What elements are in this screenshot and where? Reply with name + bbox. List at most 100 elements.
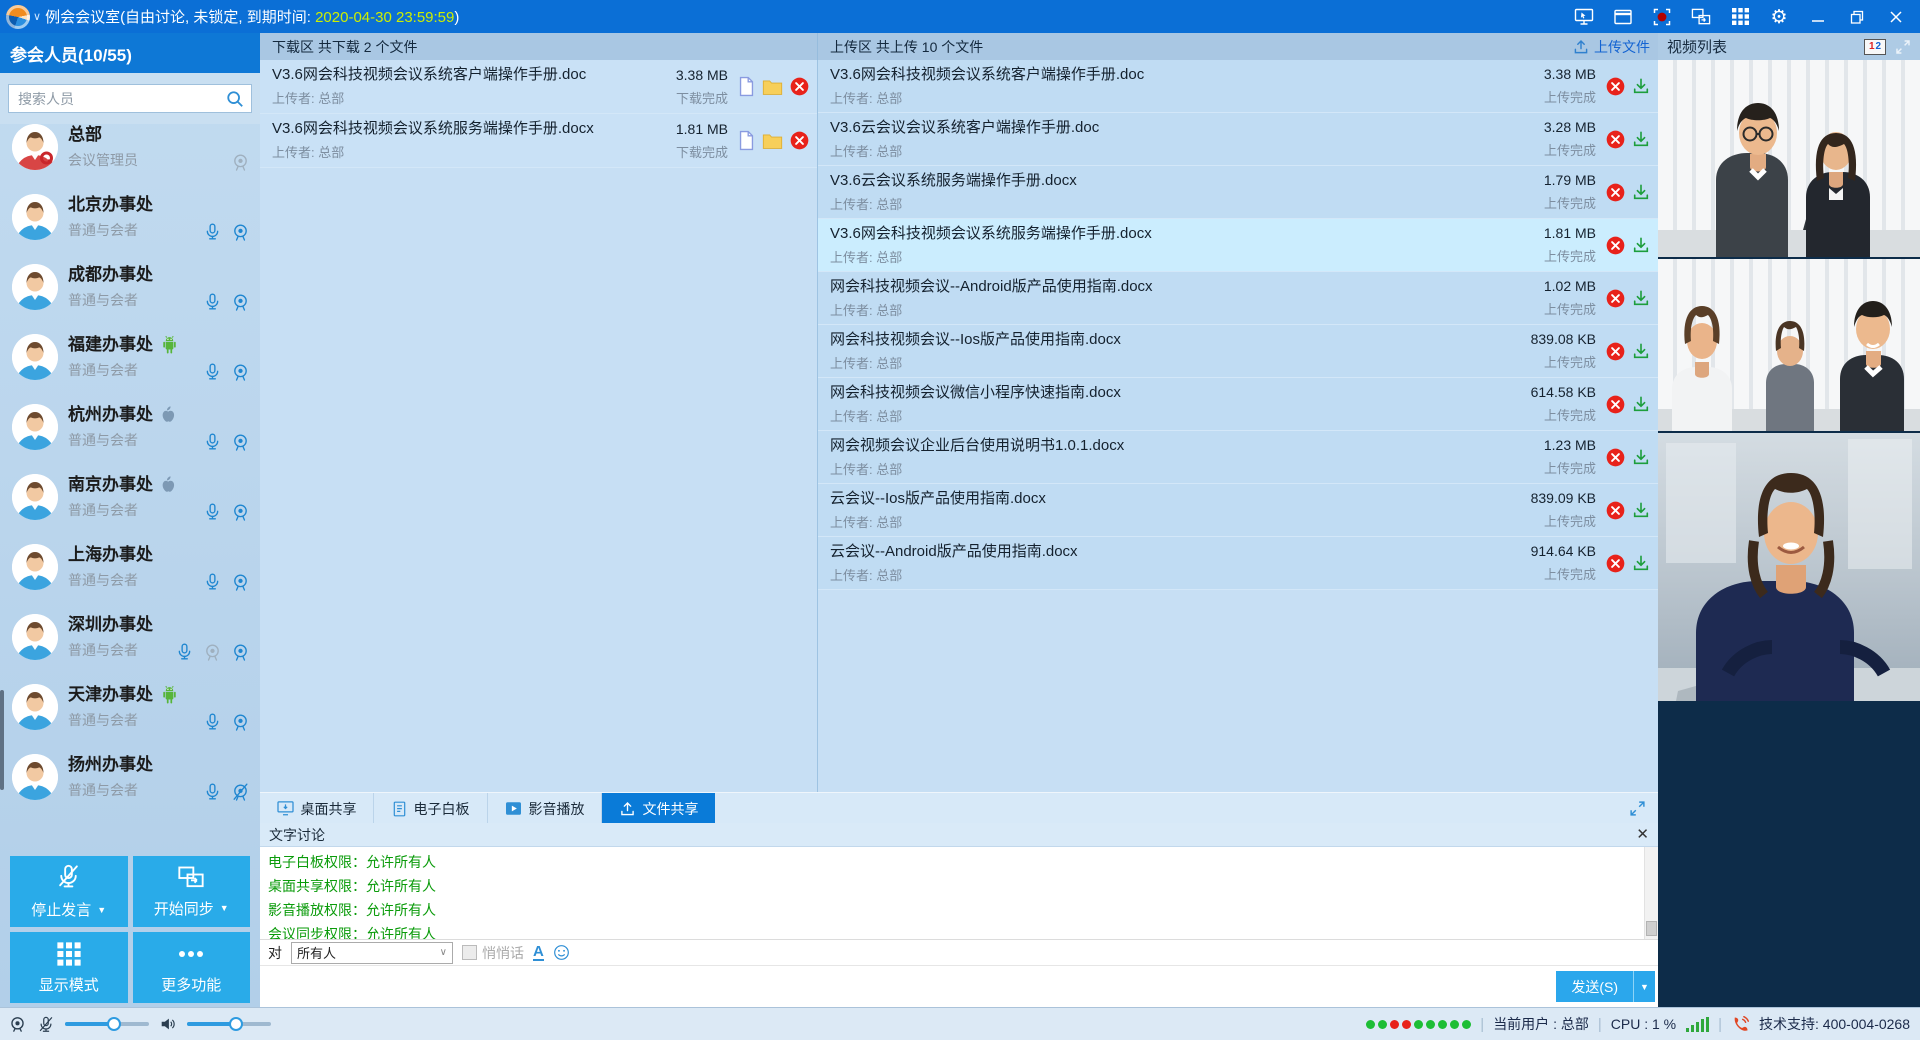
recipient-select[interactable]: 所有人∨ <box>291 942 453 964</box>
webcam-gray-icon[interactable] <box>203 642 222 663</box>
participant-row[interactable]: 上海办事处普通与会者 <box>0 532 260 602</box>
webcam-icon[interactable] <box>231 712 250 733</box>
search-icon[interactable] <box>226 90 244 108</box>
chat-input[interactable]: 发送(S) ▼ <box>260 966 1658 1007</box>
open-folder-icon[interactable] <box>762 78 783 96</box>
doc-file-icon[interactable] <box>738 130 755 151</box>
mic-icon[interactable] <box>203 502 222 523</box>
webcam-icon[interactable] <box>231 362 250 383</box>
display-grid-icon[interactable] <box>1730 7 1750 27</box>
download-file-row[interactable]: V3.6网会科技视频会议系统客户端操作手册.doc上传者: 总部3.38 MB下… <box>260 60 817 114</box>
tab-media-play[interactable]: 影音播放 <box>488 793 602 824</box>
video-feed-2[interactable] <box>1658 259 1920 431</box>
mic-icon[interactable] <box>203 292 222 313</box>
mic-icon[interactable] <box>203 572 222 593</box>
mic-icon[interactable] <box>203 362 222 383</box>
webcam-icon[interactable] <box>231 572 250 593</box>
participant-row[interactable]: 南京办事处普通与会者 <box>0 462 260 532</box>
remove-icon[interactable] <box>790 131 809 150</box>
chat-scrollbar[interactable] <box>1644 847 1658 939</box>
search-input[interactable] <box>16 90 226 108</box>
remove-icon[interactable] <box>1606 448 1625 467</box>
stop-speaking-button[interactable]: 停止发言▼ <box>10 856 128 927</box>
upload-file-row[interactable]: 网会视频会议企业后台使用说明书1.0.1.docx上传者: 总部1.23 MB上… <box>818 431 1658 484</box>
remove-icon[interactable] <box>1606 183 1625 202</box>
video-expand-icon[interactable] <box>1895 39 1911 55</box>
webcam-icon[interactable] <box>231 642 250 663</box>
maximize-button[interactable] <box>1847 7 1867 27</box>
emoji-icon[interactable] <box>553 944 570 961</box>
webcam-off-icon[interactable] <box>231 782 250 803</box>
mic-icon[interactable] <box>203 712 222 733</box>
participant-row[interactable]: 扬州办事处普通与会者 <box>0 742 260 812</box>
send-button[interactable]: 发送(S) ▼ <box>1556 971 1655 1002</box>
record-icon[interactable] <box>1652 7 1672 27</box>
search-box[interactable] <box>8 84 252 113</box>
mic-icon[interactable] <box>175 642 194 663</box>
dropdown-caret[interactable]: ▼ <box>97 905 106 915</box>
expand-icon[interactable] <box>1629 800 1646 817</box>
remove-icon[interactable] <box>1606 289 1625 308</box>
download-icon[interactable] <box>1632 395 1650 413</box>
upload-file-row[interactable]: 云会议--Android版产品使用指南.docx上传者: 总部914.64 KB… <box>818 537 1658 590</box>
window-panel-icon[interactable] <box>1613 7 1633 27</box>
upload-file-row[interactable]: V3.6网会科技视频会议系统客户端操作手册.doc上传者: 总部3.38 MB上… <box>818 60 1658 113</box>
download-icon[interactable] <box>1632 501 1650 519</box>
download-icon[interactable] <box>1632 342 1650 360</box>
remove-icon[interactable] <box>1606 77 1625 96</box>
download-icon[interactable] <box>1632 77 1650 95</box>
upload-file-row[interactable]: V3.6云会议系统服务端操作手册.docx上传者: 总部1.79 MB上传完成 <box>818 166 1658 219</box>
remove-icon[interactable] <box>1606 554 1625 573</box>
participant-row[interactable]: 总部会议管理员 <box>0 112 260 182</box>
download-icon[interactable] <box>1632 448 1650 466</box>
remove-icon[interactable] <box>1606 501 1625 520</box>
remove-icon[interactable] <box>1606 342 1625 361</box>
download-file-row[interactable]: V3.6网会科技视频会议系统服务端操作手册.docx上传者: 总部1.81 MB… <box>260 114 817 168</box>
participant-row[interactable]: 天津办事处普通与会者 <box>0 672 260 742</box>
webcam-icon[interactable] <box>231 432 250 453</box>
video-feed-3[interactable] <box>1658 433 1920 701</box>
download-icon[interactable] <box>1632 554 1650 572</box>
font-style-icon[interactable]: A <box>533 944 544 961</box>
display-mode-button[interactable]: 显示模式 <box>10 932 128 1003</box>
webcam-icon[interactable] <box>231 502 250 523</box>
upload-file-row[interactable]: V3.6云会议会议系统客户端操作手册.doc上传者: 总部3.28 MB上传完成 <box>818 113 1658 166</box>
minimize-button[interactable] <box>1808 7 1828 27</box>
download-icon[interactable] <box>1632 183 1650 201</box>
upload-file-row[interactable]: 网会科技视频会议微信小程序快速指南.docx上传者: 总部614.58 KB上传… <box>818 378 1658 431</box>
remote-desktop-icon[interactable] <box>1574 7 1594 27</box>
download-icon[interactable] <box>1632 236 1650 254</box>
participant-row[interactable]: 深圳办事处普通与会者 <box>0 602 260 672</box>
participant-row[interactable]: 成都办事处普通与会者 <box>0 252 260 322</box>
layout-1-2-icon[interactable]: 12 <box>1864 39 1886 55</box>
more-functions-button[interactable]: 更多功能 <box>133 932 251 1003</box>
tab-file-share[interactable]: 文件共享 <box>602 793 715 824</box>
screen-sync-icon[interactable] <box>1691 7 1711 27</box>
webcam-status-icon[interactable] <box>8 1015 27 1034</box>
upload-file-row[interactable]: V3.6网会科技视频会议系统服务端操作手册.docx上传者: 总部1.81 MB… <box>818 219 1658 272</box>
upload-file-button[interactable]: 上传文件 <box>1573 37 1650 57</box>
tab-desktop-share[interactable]: 桌面共享 <box>260 793 374 824</box>
participant-scrollbar[interactable] <box>0 690 4 790</box>
video-feed-1[interactable] <box>1658 60 1920 257</box>
speaker-volume-slider[interactable] <box>187 1022 271 1026</box>
mic-volume-slider[interactable] <box>65 1022 149 1026</box>
upload-file-row[interactable]: 云会议--Ios版产品使用指南.docx上传者: 总部839.09 KB上传完成 <box>818 484 1658 537</box>
remove-icon[interactable] <box>790 77 809 96</box>
whisper-checkbox[interactable]: 悄悄话 <box>462 943 524 963</box>
close-button[interactable] <box>1886 7 1906 27</box>
mic-icon[interactable] <box>203 432 222 453</box>
remove-icon[interactable] <box>1606 395 1625 414</box>
webcam-icon[interactable] <box>231 222 250 243</box>
speaker-icon[interactable] <box>159 1015 177 1033</box>
chevron-down-icon[interactable]: ∨ <box>33 10 41 23</box>
open-folder-icon[interactable] <box>762 132 783 150</box>
doc-file-icon[interactable] <box>738 76 755 97</box>
mic-icon[interactable] <box>203 222 222 243</box>
start-sync-button[interactable]: 开始同步▼ <box>133 856 251 927</box>
participant-row[interactable]: 北京办事处普通与会者 <box>0 182 260 252</box>
upload-file-row[interactable]: 网会科技视频会议--Ios版产品使用指南.docx上传者: 总部839.08 K… <box>818 325 1658 378</box>
mic-muted-status-icon[interactable] <box>37 1015 55 1034</box>
download-icon[interactable] <box>1632 289 1650 307</box>
webcam-icon[interactable] <box>231 292 250 313</box>
